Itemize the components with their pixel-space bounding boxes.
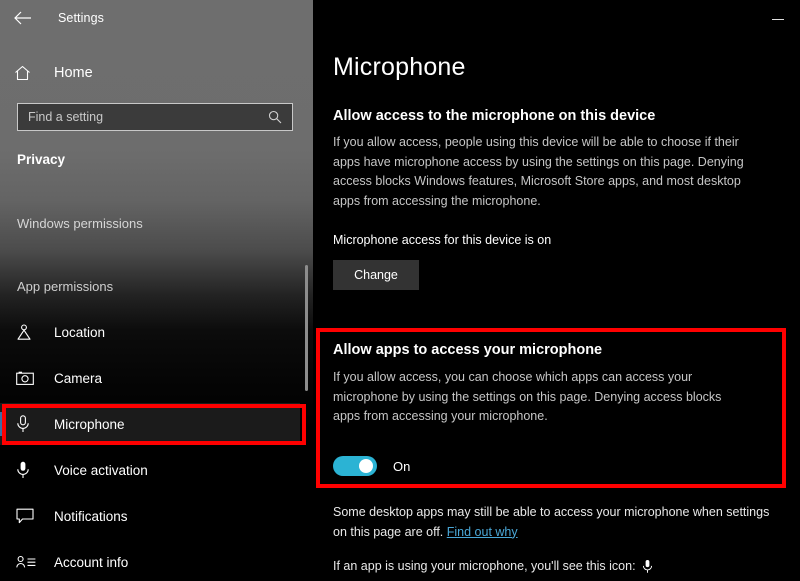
desktop-apps-note-text: Some desktop apps may still be able to a…	[333, 505, 769, 539]
sidebar: Settings Home Find a setting Privacy Win…	[0, 0, 313, 581]
account-info-icon	[16, 555, 46, 569]
back-arrow-icon[interactable]	[0, 3, 44, 33]
sidebar-group-app-permissions: App permissions	[17, 279, 113, 294]
page-title: Microphone	[333, 53, 466, 82]
microphone-icon-note: If an app is using your microphone, you'…	[333, 557, 773, 577]
microphone-icon	[642, 559, 653, 574]
voice-activation-icon	[16, 461, 46, 479]
main-content: Microphone Allow access to the microphon…	[313, 0, 800, 581]
window-title: Settings	[58, 11, 104, 25]
sidebar-item-label: Camera	[54, 371, 102, 386]
sidebar-item-notifications[interactable]: Notifications	[0, 495, 300, 537]
device-access-description: If you allow access, people using this d…	[333, 133, 765, 211]
sidebar-item-camera[interactable]: Camera	[0, 357, 300, 399]
allow-apps-toggle[interactable]	[333, 456, 377, 476]
toggle-knob	[359, 459, 373, 473]
location-icon	[16, 324, 46, 341]
settings-window: Settings Home Find a setting Privacy Win…	[0, 0, 800, 581]
sidebar-item-home[interactable]: Home	[14, 58, 294, 88]
home-icon	[14, 65, 40, 81]
minimize-button[interactable]	[756, 6, 800, 32]
allow-apps-description: If you allow access, you can choose whic…	[333, 368, 743, 427]
sidebar-item-label: Voice activation	[54, 463, 148, 478]
page-category-title: Privacy	[17, 152, 65, 167]
sidebar-item-label: Notifications	[54, 509, 128, 524]
device-access-status: Microphone access for this device is on	[333, 233, 551, 247]
microphone-icon-note-text: If an app is using your microphone, you'…	[333, 557, 636, 577]
sidebar-item-label: Microphone	[54, 417, 125, 432]
notifications-icon	[16, 508, 46, 524]
sidebar-item-location[interactable]: Location	[0, 311, 300, 353]
device-access-heading: Allow access to the microphone on this d…	[333, 108, 655, 124]
allow-apps-heading: Allow apps to access your microphone	[333, 342, 602, 358]
camera-icon	[16, 371, 46, 386]
selection-indicator	[0, 412, 3, 436]
sidebar-item-label: Account info	[54, 555, 128, 570]
change-button[interactable]: Change	[333, 260, 419, 290]
sidebar-item-microphone[interactable]: Microphone	[0, 403, 300, 445]
toggle-state-label: On	[393, 459, 410, 474]
home-label: Home	[54, 65, 93, 81]
sidebar-scrollbar[interactable]	[305, 265, 308, 391]
title-bar: Settings	[0, 3, 313, 33]
search-input[interactable]: Find a setting	[17, 103, 293, 131]
sidebar-item-voice-activation[interactable]: Voice activation	[0, 449, 300, 491]
minimize-icon	[772, 19, 784, 20]
search-icon[interactable]	[268, 110, 282, 124]
sidebar-group-windows-permissions: Windows permissions	[17, 216, 143, 231]
sidebar-item-account-info[interactable]: Account info	[0, 541, 300, 581]
microphone-icon	[16, 415, 46, 433]
sidebar-item-label: Location	[54, 325, 105, 340]
desktop-apps-note: Some desktop apps may still be able to a…	[333, 503, 773, 542]
search-placeholder: Find a setting	[28, 110, 268, 124]
find-out-why-link[interactable]: Find out why	[447, 525, 518, 539]
allow-apps-toggle-row[interactable]: On	[333, 456, 410, 476]
